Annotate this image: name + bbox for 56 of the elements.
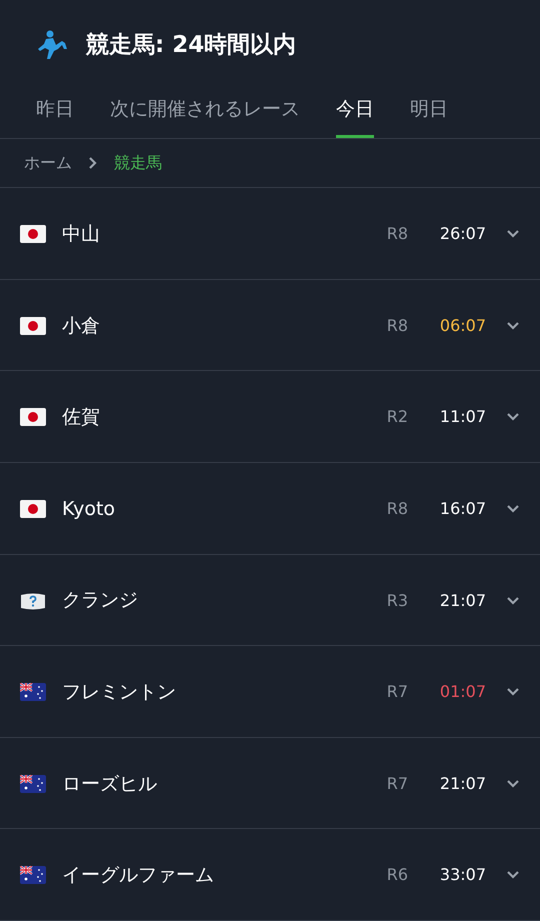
race-time: 21:07 xyxy=(438,590,486,612)
chevron-right-icon xyxy=(88,156,98,170)
race-row[interactable]: 佐賀 R2 11:07 xyxy=(0,371,540,464)
day-tab[interactable]: 明日 xyxy=(410,90,448,138)
race-time: 16:07 xyxy=(438,498,486,520)
race-row[interactable]: ローズヒル R7 21:07 xyxy=(0,738,540,830)
chevron-down-icon[interactable] xyxy=(506,596,520,606)
chevron-down-icon[interactable] xyxy=(506,229,520,240)
chevron-down-icon[interactable] xyxy=(506,870,520,880)
day-tab[interactable]: 次に開催されるレース xyxy=(110,90,300,138)
race-row[interactable]: 小倉 R8 06:07 xyxy=(0,280,540,372)
japan-flag-icon xyxy=(20,408,46,426)
japan-flag-icon xyxy=(20,500,46,518)
venue-name: 佐賀 xyxy=(62,405,100,430)
race-number: R2 xyxy=(386,406,408,428)
venue-name: クランジ xyxy=(62,588,138,614)
australia-flag-icon xyxy=(20,774,46,793)
japan-flag-icon xyxy=(20,225,46,244)
race-row[interactable]: クランジ R3 21:07 xyxy=(0,554,540,646)
venue-name: イーグルファーム xyxy=(62,863,214,888)
race-time: 33:07 xyxy=(438,864,486,886)
race-number: R7 xyxy=(386,681,408,704)
race-time: 06:07 xyxy=(438,314,486,337)
venue-name: ローズヒル xyxy=(62,772,157,797)
race-row[interactable]: フレミントン R7 01:07 xyxy=(0,646,540,738)
question-flag-icon xyxy=(20,592,46,610)
australia-flag-icon xyxy=(20,866,46,884)
race-row[interactable]: 中山 R8 26:07 xyxy=(0,188,540,280)
breadcrumb-link[interactable]: ホーム xyxy=(24,151,72,176)
breadcrumb-link[interactable]: 競走馬 xyxy=(114,151,162,176)
venue-name: 中山 xyxy=(62,222,100,247)
australia-flag-icon xyxy=(20,683,46,702)
race-number: R8 xyxy=(386,223,408,246)
race-row[interactable]: イーグルファーム R6 33:07 xyxy=(0,829,540,921)
day-tab[interactable]: 昨日 xyxy=(36,90,74,138)
venue-name: Kyoto xyxy=(62,496,116,522)
chevron-down-icon[interactable] xyxy=(506,687,520,698)
race-number: R3 xyxy=(386,590,408,612)
chevron-down-icon[interactable] xyxy=(506,412,520,422)
race-number: R8 xyxy=(386,314,408,337)
chevron-down-icon[interactable] xyxy=(506,320,520,331)
page-title: 競走馬: 24時間以内 xyxy=(86,31,296,60)
race-row[interactable]: Kyoto R8 16:07 xyxy=(0,463,540,555)
venue-name: フレミントン xyxy=(62,680,176,705)
race-time: 26:07 xyxy=(438,223,486,246)
race-time: 01:07 xyxy=(438,681,486,704)
japan-flag-icon xyxy=(20,316,46,335)
race-time: 21:07 xyxy=(438,772,486,795)
race-time: 11:07 xyxy=(438,406,486,428)
race-number: R6 xyxy=(386,864,408,886)
chevron-down-icon[interactable] xyxy=(506,778,520,789)
race-number: R7 xyxy=(386,772,408,795)
chevron-down-icon[interactable] xyxy=(506,504,520,514)
venue-name: 小倉 xyxy=(62,314,100,339)
day-tab[interactable]: 今日 xyxy=(336,90,374,138)
race-number: R8 xyxy=(386,498,408,520)
